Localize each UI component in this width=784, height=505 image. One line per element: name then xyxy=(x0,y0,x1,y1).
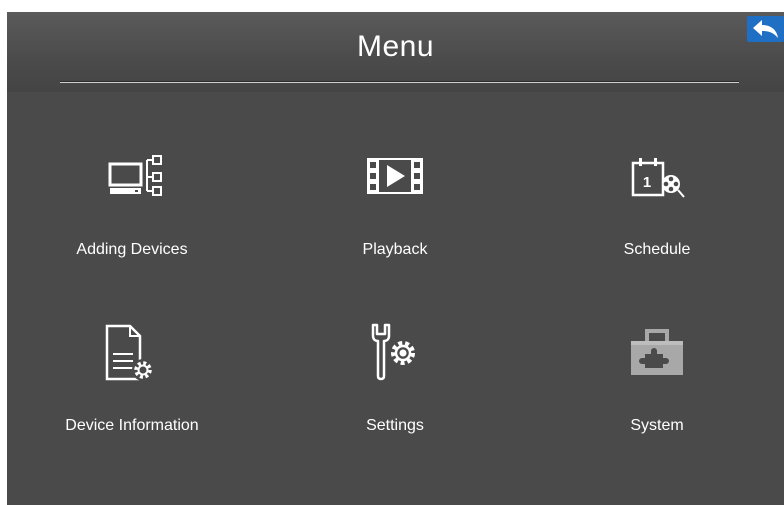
menu-item-adding-devices[interactable]: Adding Devices xyxy=(32,147,232,267)
menu-item-label: Settings xyxy=(366,417,424,434)
menu-item-playback[interactable]: Playback xyxy=(295,147,495,267)
film-play-icon xyxy=(365,147,425,207)
back-button[interactable] xyxy=(747,16,784,42)
menu-item-label: Adding Devices xyxy=(76,241,188,258)
menu-screen: Menu Adding Devices Playback 1 Schedule … xyxy=(7,12,784,505)
menu-item-label: Playback xyxy=(362,241,428,258)
menu-item-label: System xyxy=(630,417,684,434)
menu-item-device-information[interactable]: Device Information xyxy=(32,323,232,443)
menu-item-settings[interactable]: Settings xyxy=(295,323,495,443)
page-title: Menu xyxy=(356,30,435,63)
calendar-reel-icon: 1 xyxy=(627,147,687,207)
header-divider xyxy=(60,81,739,83)
svg-text:1: 1 xyxy=(643,174,651,191)
menu-item-label: Schedule xyxy=(623,241,691,258)
back-arrow-icon xyxy=(753,20,778,38)
header-bar: Menu xyxy=(7,12,784,92)
network-devices-icon xyxy=(102,147,162,207)
menu-item-schedule[interactable]: 1 Schedule xyxy=(557,147,757,267)
menu-item-system[interactable]: System xyxy=(557,323,757,443)
document-gear-icon xyxy=(102,323,162,383)
menu-item-label: Device Information xyxy=(65,417,199,434)
wrench-gear-icon xyxy=(365,323,425,383)
toolbox-icon xyxy=(627,323,687,383)
